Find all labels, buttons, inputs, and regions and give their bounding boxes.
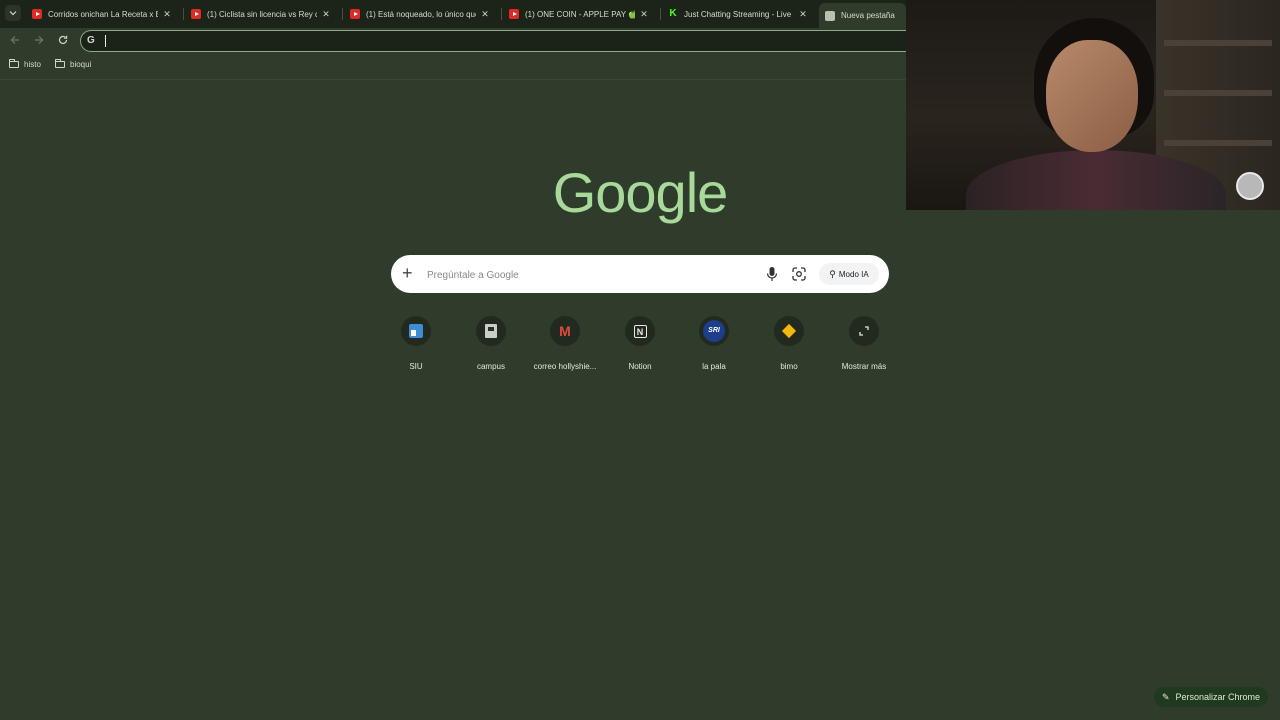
chrome-icon <box>825 10 835 21</box>
back-arrow-icon <box>10 36 19 44</box>
shortcut-correo[interactable]: M correo hollyshie... <box>529 316 601 371</box>
text-caret <box>105 35 106 47</box>
tab[interactable]: K Just Chatting Streaming - Live S ✕ <box>662 3 812 25</box>
binance-icon <box>781 323 797 339</box>
google-icon: G <box>87 35 95 46</box>
tab-separator <box>342 8 343 20</box>
shortcut-tile <box>476 316 506 346</box>
tab-separator <box>501 8 502 20</box>
siu-icon <box>409 324 423 338</box>
bookmark-folder-bioqui[interactable]: bioqui <box>55 59 92 69</box>
campus-icon <box>485 324 497 338</box>
microphone-icon[interactable] <box>766 266 778 282</box>
sri-icon: SRI <box>703 320 725 342</box>
tab-strip: Corridos onichan La Receta x Bo ✕ (1) Ci… <box>0 0 906 28</box>
shortcut-la-pala[interactable]: SRI la pala <box>678 316 750 371</box>
toolbar-divider <box>0 79 906 80</box>
customize-label: Personalizar Chrome <box>1175 692 1261 702</box>
search-box[interactable]: + ⚲ Modo IA <box>391 255 889 293</box>
tab-title: Corridos onichan La Receta x Bo <box>48 9 158 19</box>
youtube-icon <box>350 9 360 19</box>
close-icon[interactable]: ✕ <box>162 9 172 20</box>
shortcut-siu[interactable]: SIU <box>380 316 452 371</box>
notion-icon: N <box>633 324 647 338</box>
shortcut-label: campus <box>476 362 505 371</box>
bookmarks-bar: histo bioqui <box>0 56 906 78</box>
close-icon[interactable]: ✕ <box>321 9 331 20</box>
ai-mode-label: Modo IA <box>838 269 869 279</box>
shortcut-tile <box>401 316 431 346</box>
chevron-down-icon <box>9 11 17 16</box>
toolbar: G <box>0 28 906 55</box>
shortcut-notion[interactable]: N Notion <box>604 316 676 371</box>
back-button[interactable] <box>7 33 23 49</box>
shortcut-tile: SRI <box>699 316 729 346</box>
shortcut-tile: N <box>625 316 655 346</box>
bookmark-label: histo <box>24 60 41 69</box>
tab-title: Nueva pestaña <box>841 11 895 20</box>
google-lens-icon[interactable] <box>792 267 806 281</box>
close-icon[interactable]: ✕ <box>798 9 808 20</box>
shelf <box>1164 90 1272 96</box>
search-input[interactable] <box>425 265 749 285</box>
shortcut-bimo[interactable]: bimo <box>753 316 825 371</box>
tab-title: Just Chatting Streaming - Live S <box>684 9 794 19</box>
close-icon[interactable]: ✕ <box>480 9 490 20</box>
customize-chrome-button[interactable]: ✎ Personalizar Chrome <box>1154 687 1268 707</box>
tab-separator <box>660 8 661 20</box>
shortcut-campus[interactable]: campus <box>455 316 527 371</box>
add-icon[interactable]: + <box>402 263 413 283</box>
address-bar[interactable]: G <box>80 30 906 52</box>
bookmark-label: bioqui <box>70 60 92 69</box>
shortcut-label: Notion <box>628 362 652 371</box>
youtube-icon <box>509 9 519 19</box>
shortcut-label: la pala <box>702 362 726 371</box>
close-icon[interactable]: ✕ <box>639 9 649 20</box>
youtube-icon <box>191 9 201 19</box>
shortcut-label: SIU <box>409 362 423 371</box>
kick-icon: K <box>669 8 677 19</box>
youtube-icon <box>32 9 42 19</box>
tab-separator <box>183 8 184 20</box>
ai-mode-button[interactable]: ⚲ Modo IA <box>819 263 879 285</box>
tab[interactable]: Corridos onichan La Receta x Bo ✕ <box>26 3 176 25</box>
gmail-icon: M <box>559 323 571 339</box>
tab-title: (1) Ciclista sin licencia vs Rey de <box>207 9 317 19</box>
bookmark-folder-histo[interactable]: histo <box>9 59 41 69</box>
shortcut-label: Mostrar más <box>841 362 887 371</box>
reload-button[interactable] <box>55 33 71 49</box>
ai-search-icon: ⚲ <box>829 268 836 279</box>
tab[interactable]: (1) Está noqueado, lo único que ✕ <box>344 3 494 25</box>
forward-button[interactable] <box>31 33 47 49</box>
pencil-icon: ✎ <box>1161 691 1170 702</box>
stream-logo-icon <box>1236 172 1264 200</box>
shortcut-label: correo hollyshie... <box>533 362 597 371</box>
reload-icon <box>58 35 68 45</box>
shelf <box>1164 140 1272 146</box>
tab-title: (1) ONE COIN - APPLE PAY 🍏 🍏 <box>525 9 635 19</box>
forward-arrow-icon <box>35 36 44 44</box>
webcam-overlay <box>906 0 1280 210</box>
shortcut-tile <box>849 316 879 346</box>
folder-icon <box>55 59 65 68</box>
tab-search-button[interactable] <box>5 5 21 21</box>
folder-icon <box>9 59 19 68</box>
expand-icon <box>859 326 869 336</box>
shelf <box>1164 40 1272 46</box>
tab[interactable]: (1) Ciclista sin licencia vs Rey de ✕ <box>185 3 335 25</box>
person-face <box>1046 40 1138 152</box>
google-logo: Google <box>552 161 729 224</box>
shortcut-tile <box>774 316 804 346</box>
tab-title: (1) Está noqueado, lo único que <box>366 9 476 19</box>
tab-active[interactable]: Nueva pestaña <box>819 3 906 28</box>
address-input[interactable] <box>103 33 887 51</box>
shortcut-label: bimo <box>780 362 798 371</box>
tab[interactable]: (1) ONE COIN - APPLE PAY 🍏 🍏 ✕ <box>503 3 653 25</box>
shortcut-tile: M <box>550 316 580 346</box>
show-more-shortcuts[interactable]: Mostrar más <box>828 316 900 371</box>
